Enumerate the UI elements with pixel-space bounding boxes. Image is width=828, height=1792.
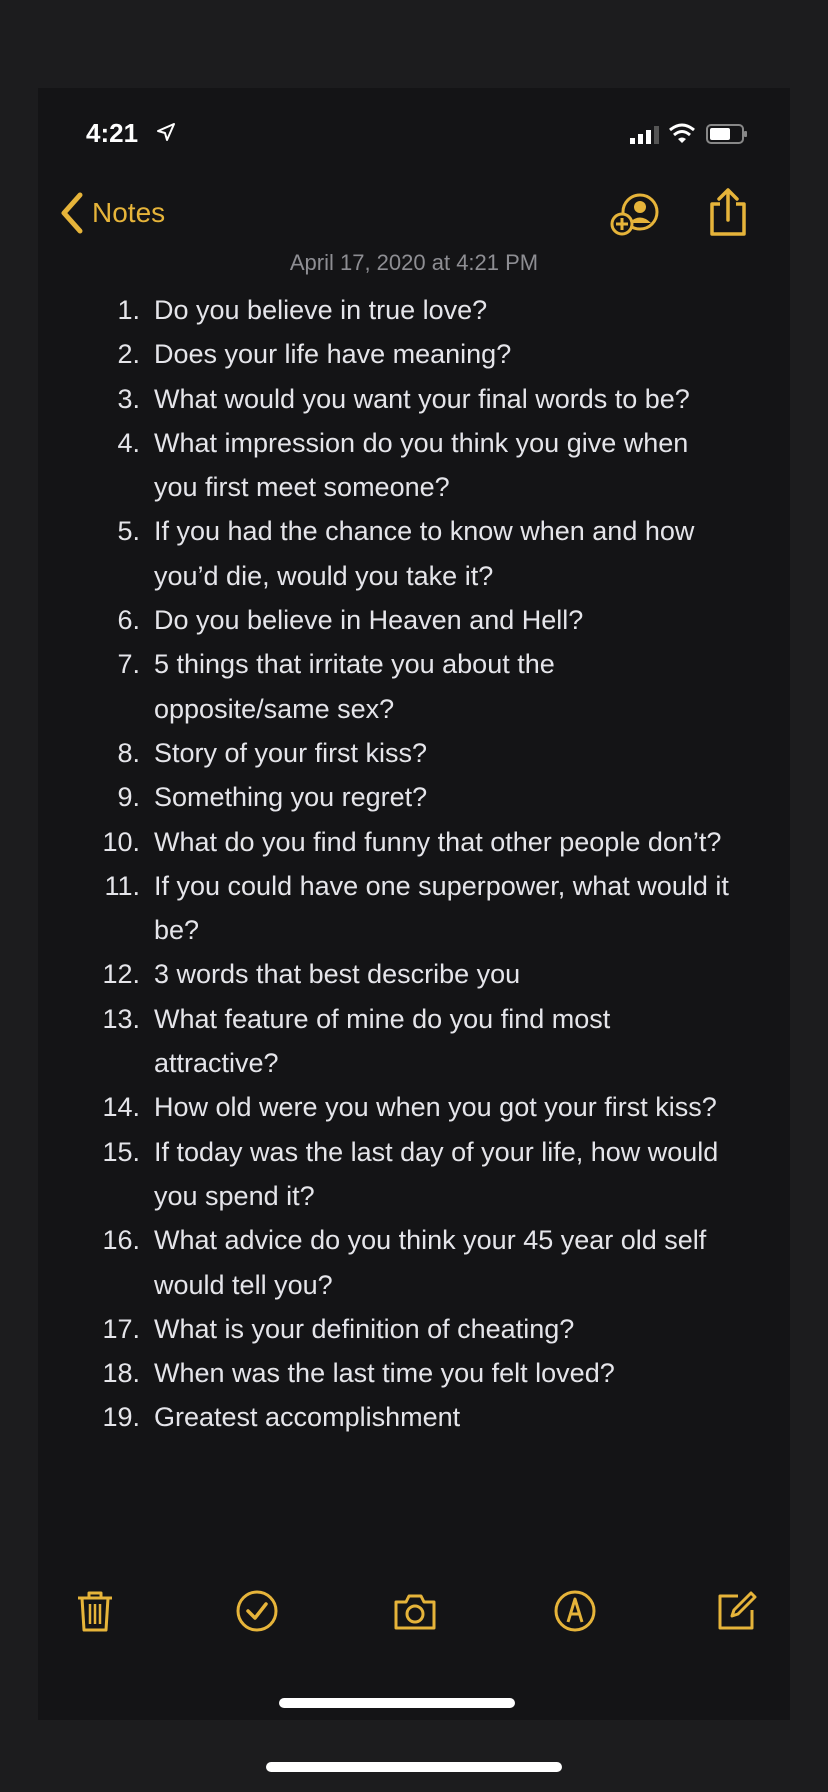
- checkmark-circle-icon[interactable]: [234, 1588, 280, 1634]
- list-item-number: 5.: [117, 516, 140, 547]
- markup-pen-icon[interactable]: [552, 1588, 598, 1634]
- list-item-number: 16.: [102, 1225, 140, 1256]
- share-icon[interactable]: [708, 186, 748, 238]
- list-item-number: 10.: [102, 826, 140, 857]
- list-item-number: 15.: [102, 1136, 140, 1167]
- location-arrow-icon: [157, 123, 175, 141]
- list-item-text: What do you find funny that other people…: [154, 826, 722, 857]
- cellular-signal-icon: [630, 126, 659, 144]
- list-item-text: Does your life have meaning?: [154, 339, 512, 370]
- compose-icon[interactable]: [714, 1588, 760, 1634]
- camera-icon[interactable]: [392, 1588, 438, 1634]
- list-item-text: What is your definition of cheating?: [154, 1313, 575, 1344]
- status-time: 4:21: [86, 118, 139, 148]
- list-item: 6. Do you believe in Heaven and Hell?: [38, 598, 790, 642]
- list-item-number: 4.: [117, 427, 140, 458]
- back-to-notes-button[interactable]: Notes: [58, 188, 165, 238]
- list-item-number: 9.: [117, 782, 140, 813]
- list-item-number: 19.: [102, 1402, 140, 1433]
- notes-screen: 4:21 Notes April 17, 2020 at 4:21 PM 1. …: [38, 88, 790, 1720]
- navigation-bar: Notes: [38, 178, 790, 258]
- list-item-number: 6.: [117, 605, 140, 636]
- list-item-text: Do you believe in Heaven and Hell?: [154, 605, 584, 636]
- note-timestamp: April 17, 2020 at 4:21 PM: [289, 250, 539, 275]
- list-item: 8. Story of your first kiss?: [38, 731, 790, 775]
- list-item: 7. 5 things that irritate you about the o…: [38, 642, 790, 731]
- list-item: 18. When was the last time you felt loved…: [38, 1351, 790, 1395]
- list-item-text: If today was the last day of your life, …: [154, 1136, 719, 1211]
- trash-icon[interactable]: [72, 1588, 118, 1634]
- list-item-text: If you could have one superpower, what w…: [154, 870, 729, 946]
- battery-icon: [706, 124, 747, 144]
- status-bar: 4:21: [38, 88, 790, 178]
- list-item-number: 8.: [117, 737, 140, 768]
- list-item-text: Do you believe in true love?: [154, 295, 488, 325]
- list-item: 1. Do you believe in true love?: [38, 288, 790, 332]
- list-item: 13. What feature of mine do you find most…: [38, 997, 790, 1086]
- list-item-number: 14.: [102, 1092, 140, 1123]
- list-item: 17. What is your definition of cheating?: [38, 1307, 790, 1351]
- list-item: 9. Something you regret?: [38, 775, 790, 819]
- list-item-number: 12.: [102, 959, 140, 990]
- back-button-label: Notes: [92, 197, 166, 228]
- note-body[interactable]: 1. Do you believe in true love? 2. Does yo…: [38, 288, 790, 1440]
- list-item: 15. If today was the last day of your lif…: [38, 1130, 790, 1219]
- list-item: 12. 3 words that best describe you: [38, 952, 790, 996]
- list-item-text: What advice do you think your 45 year ol…: [154, 1225, 707, 1300]
- bottom-toolbar: [38, 1588, 790, 1648]
- home-indicator[interactable]: [266, 1762, 562, 1772]
- list-item: 10. What do you find funny that other peo…: [38, 820, 790, 864]
- list-item: 16. What advice do you think your 45 year…: [38, 1218, 790, 1307]
- list-item-text: What impression do you think you give wh…: [154, 427, 689, 503]
- list-item-text: 5 things that irritate you about the opp…: [154, 649, 555, 724]
- wifi-icon: [669, 123, 695, 143]
- add-person-icon[interactable]: [610, 192, 662, 238]
- list-item-text: 3 words that best describe you: [154, 959, 521, 990]
- list-item: 3. What would you want your final words t…: [38, 377, 790, 421]
- list-item-text: What would you want your final words to …: [154, 383, 690, 414]
- list-item-number: 3.: [117, 383, 140, 414]
- list-item-number: 17.: [102, 1313, 140, 1344]
- list-item: 2. Does your life have meaning?: [38, 332, 790, 376]
- list-item: 5. If you had the chance to know when and…: [38, 509, 790, 598]
- list-item-text: If you had the chance to know when and h…: [154, 516, 695, 591]
- list-item: 19. Greatest accomplishment: [38, 1395, 790, 1439]
- list-item: 14. How old were you when you got your fi…: [38, 1085, 790, 1129]
- list-item-number: 2.: [117, 339, 140, 370]
- list-item-number: 11.: [104, 870, 140, 901]
- list-item-text: What feature of mine do you find most at…: [154, 1003, 611, 1079]
- list-item: 11. If you could have one superpower, wha…: [38, 864, 790, 953]
- list-item: 4. What impression do you think you give …: [38, 421, 790, 510]
- list-item-text: Story of your first kiss?: [154, 737, 428, 768]
- list-item-number: 7.: [117, 649, 140, 680]
- list-item-number: 13.: [102, 1003, 140, 1034]
- list-item-text: Something you regret?: [154, 782, 428, 813]
- list-item-number: 18.: [102, 1358, 140, 1389]
- home-indicator[interactable]: [279, 1698, 515, 1708]
- chevron-left-icon: [61, 192, 83, 234]
- list-item-text: How old were you when you got your first…: [154, 1092, 717, 1123]
- list-item-text: When was the last time you felt loved?: [154, 1358, 615, 1389]
- list-item-number: 1.: [117, 295, 140, 325]
- list-item-text: Greatest accomplishment: [154, 1402, 461, 1433]
